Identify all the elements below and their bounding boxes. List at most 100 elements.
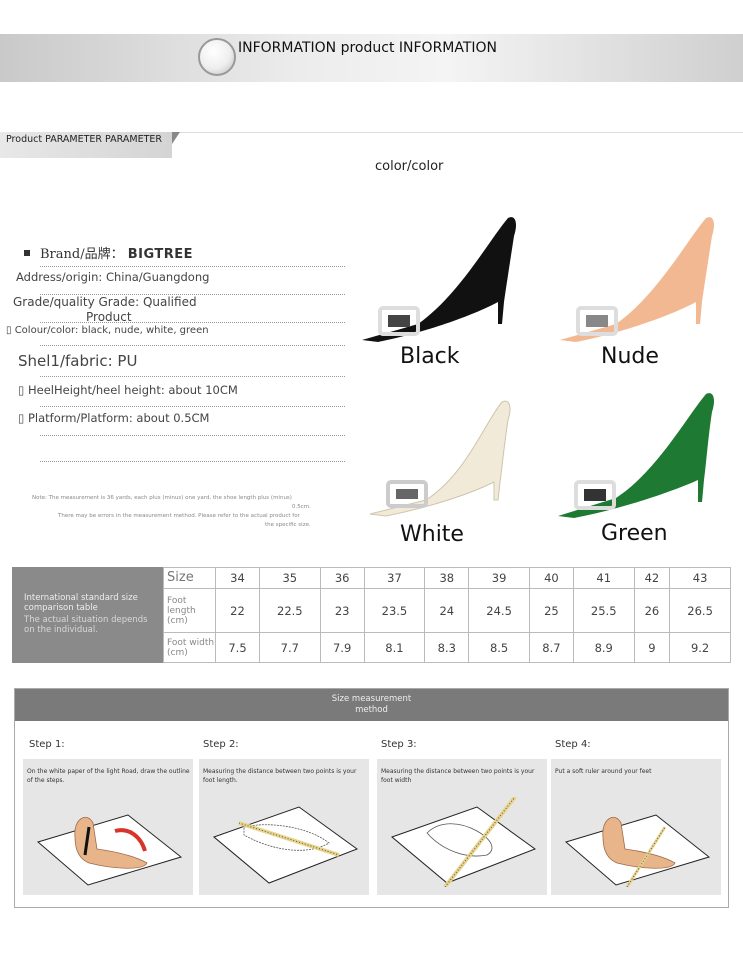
measurement-title-line: method: [355, 705, 388, 715]
shoe-white-image: [369, 400, 511, 517]
param-grade: Grade/quality Grade: Qualified: [13, 295, 197, 309]
dotted-rule: [40, 322, 345, 323]
box-icon: ▯: [18, 411, 25, 425]
table-row: Foot length (cm) 22 22.5 23 23.5 24 24.5 25 25.…: [163, 588, 731, 634]
dotted-rule: [40, 461, 345, 462]
size-table-sidebar: International standard size comparison t…: [12, 567, 163, 663]
banner-title: INFORMATION product INFORMATION: [238, 40, 498, 56]
step-1-card: On the white paper of the light Road, dr…: [23, 759, 193, 895]
note-line: the specific size.: [265, 522, 311, 528]
brand-label: Brand/品牌：: [40, 247, 124, 262]
size-cell: 43: [669, 566, 731, 590]
dotted-rule: [40, 266, 345, 267]
box-icon: ▯: [18, 383, 25, 397]
length-cell: 23.5: [363, 588, 426, 634]
size-cell: 34: [215, 566, 260, 590]
step-2-desc: Measuring the distance between two point…: [203, 768, 357, 784]
length-cell: 22.5: [258, 588, 321, 634]
param-address: Address/origin: China/Guangdong: [16, 270, 210, 284]
note-line: Note: The measurement is 36 yards, each …: [32, 495, 292, 501]
size-cell: 38: [424, 566, 470, 590]
step-4-label: Step 4:: [555, 739, 591, 750]
step-2-card: Measuring the distance between two point…: [199, 759, 369, 895]
shoe-label-white: White: [400, 522, 464, 547]
step-4-card: Put a soft ruler around your feet: [551, 759, 721, 895]
table-row: Foot width (cm) 7.5 7.7 7.9 8.1 8.3 8.5 8.7 8.9…: [163, 632, 731, 663]
shoe-black: [358, 212, 518, 346]
length-cell: 22: [215, 588, 260, 634]
size-grid: Size 34 35 36 37 38 39 40 41 42 43 Foot length (c…: [163, 566, 731, 663]
length-cell: 24: [424, 588, 470, 634]
width-cell: 8.9: [572, 632, 635, 663]
length-cell: 24.5: [468, 588, 530, 634]
param-platform: ▯ Platform/Platform: about 0.5CM: [18, 411, 209, 425]
shoe-nude-image: [560, 217, 714, 342]
measurement-section: Size measurement method Step 1: On the w…: [14, 688, 729, 908]
foot-width-header: Foot width (cm): [163, 632, 216, 663]
size-table-title: International standard size comparison t…: [24, 593, 138, 613]
step-1-label: Step 1:: [29, 739, 65, 750]
size-cell: 41: [572, 566, 635, 590]
width-cell: 9: [633, 632, 671, 663]
shoe-green-image: [558, 393, 714, 518]
size-cell: 36: [319, 566, 365, 590]
length-cell: 25: [528, 588, 574, 634]
param-heel-text: HeelHeight/heel height: about 10CM: [28, 383, 238, 397]
length-cell: 25.5: [572, 588, 635, 634]
width-cell: 8.3: [424, 632, 470, 663]
shoe-label-black: Black: [400, 344, 460, 369]
shoe-green: [556, 390, 716, 524]
measurement-header: Size measurement method: [15, 689, 728, 721]
brand-row: Brand/品牌： BIGTREE: [40, 243, 193, 262]
color-heading: color/color: [375, 159, 444, 174]
size-cell: 42: [633, 566, 671, 590]
shoe-nude: [556, 212, 716, 346]
width-cell: 8.7: [528, 632, 574, 663]
length-cell: 23: [319, 588, 365, 634]
foot-length-header: Foot length (cm): [163, 588, 216, 634]
param-fabric: Shel1/fabric: PU: [18, 352, 138, 370]
circle-ornament-icon: [198, 38, 236, 76]
size-table-note: The actual situation depends on the indi…: [24, 615, 148, 635]
dotted-rule: [40, 376, 345, 377]
size-cell: 39: [468, 566, 530, 590]
parameter-tab-label: Product PARAMETER PARAMETER: [6, 134, 162, 145]
param-colour: ▯ Colour/color: black, nude, white, gree…: [6, 325, 209, 336]
tab-triangle-icon: [172, 132, 180, 144]
ruler-length-icon: [213, 806, 359, 884]
width-cell: 7.9: [319, 632, 365, 663]
width-cell: 8.1: [363, 632, 426, 663]
table-row: Size 34 35 36 37 38 39 40 41 42 43: [163, 566, 731, 590]
param-colour-text: Colour/color: black, nude, white, green: [14, 325, 209, 336]
step-3-card: Measuring the distance between two point…: [377, 759, 547, 895]
shoe-white: [366, 398, 526, 532]
dotted-rule: [40, 406, 345, 407]
size-cell: 40: [528, 566, 574, 590]
size-cell: 35: [258, 566, 321, 590]
ruler-width-icon: [391, 797, 537, 887]
bullet-square-icon: [24, 250, 30, 256]
measurement-title: Size measurement method: [15, 694, 728, 716]
step-1-desc: On the white paper of the light Road, dr…: [27, 768, 190, 784]
soft-ruler-icon: [564, 814, 711, 887]
box-icon: ▯: [6, 325, 12, 336]
width-cell: 7.5: [215, 632, 260, 663]
width-cell: 9.2: [669, 632, 731, 663]
width-cell: 8.5: [468, 632, 530, 663]
step-2-label: Step 2:: [203, 739, 239, 750]
shoe-black-image: [362, 217, 516, 342]
size-cell: 37: [363, 566, 426, 590]
note-line: There may be errors in the measurement m…: [58, 513, 300, 519]
size-header: Size: [163, 566, 216, 590]
width-cell: 7.7: [258, 632, 321, 663]
length-cell: 26.5: [669, 588, 731, 634]
shoe-label-nude: Nude: [601, 344, 659, 369]
param-heel: ▯ HeelHeight/heel height: about 10CM: [18, 383, 238, 397]
dotted-rule: [40, 345, 345, 346]
foot-outline-icon: [36, 814, 183, 886]
length-cell: 26: [633, 588, 671, 634]
step-3-label: Step 3:: [381, 739, 417, 750]
shoe-label-green: Green: [601, 521, 668, 546]
param-platform-text: Platform/Platform: about 0.5CM: [28, 411, 210, 425]
size-table: International standard size comparison t…: [12, 566, 731, 663]
